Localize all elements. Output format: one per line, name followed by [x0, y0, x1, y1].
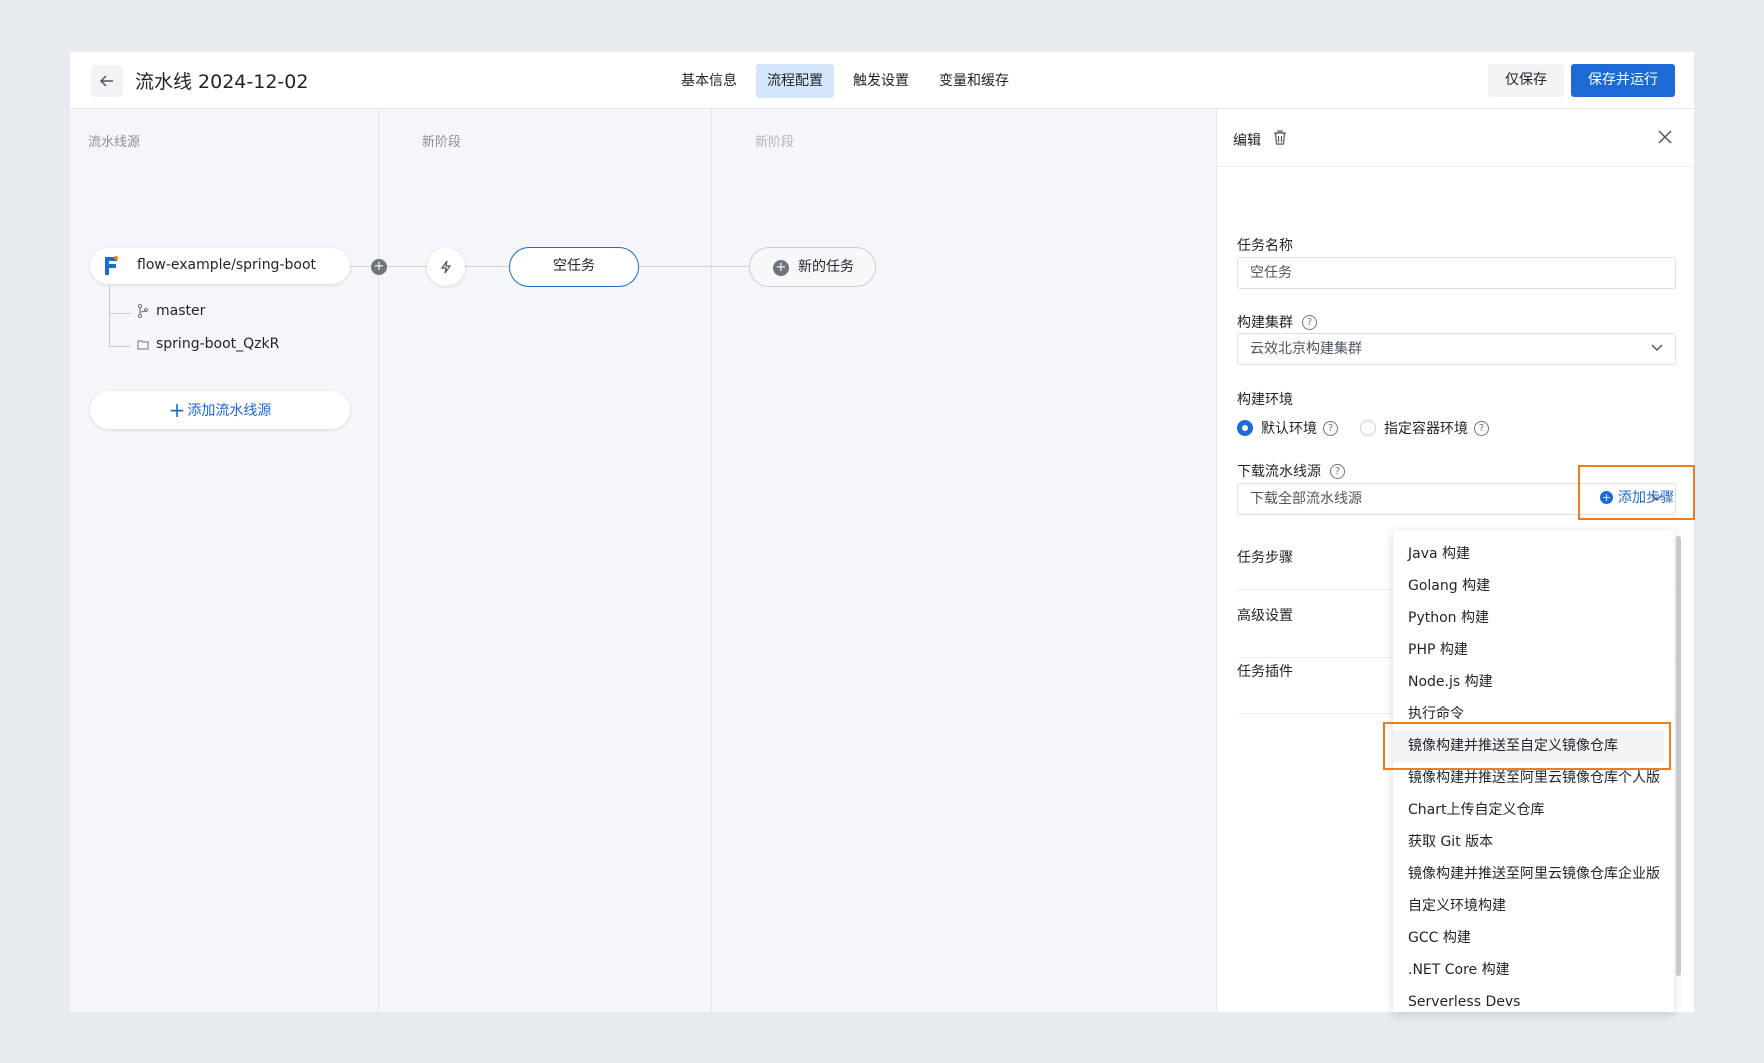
tab-flow-config[interactable]: 流程配置	[756, 64, 834, 98]
step-option-gcc[interactable]: GCC 构建	[1393, 922, 1664, 954]
branch-name: master	[156, 303, 206, 319]
help-icon[interactable]: ?	[1474, 420, 1489, 436]
step-option-serverless-devs[interactable]: Serverless Devs	[1393, 986, 1664, 1012]
radio-container-env-label[interactable]: 指定容器环境	[1384, 418, 1468, 438]
env-radio-group: 默认环境 ? 指定容器环境 ?	[1237, 418, 1489, 438]
step-option-python[interactable]: Python 构建	[1393, 602, 1664, 634]
column-divider	[378, 109, 379, 1012]
highlight-add-step	[1578, 465, 1695, 520]
plus-icon: +	[168, 398, 186, 422]
trigger-node[interactable]	[427, 248, 465, 286]
radio-default-env[interactable]	[1237, 420, 1253, 436]
save-button[interactable]: 仅保存	[1488, 64, 1564, 97]
highlight-custom-registry-option	[1383, 722, 1671, 770]
header: 流水线 2024-12-02 基本信息 流程配置 触发设置 变量和缓存 仅保存 …	[70, 52, 1694, 109]
column-label-new-stage[interactable]: 新阶段	[755, 131, 794, 150]
help-icon[interactable]: ?	[1330, 463, 1345, 479]
panel-header: 编辑	[1217, 109, 1694, 167]
column-label-source: 流水线源	[88, 135, 141, 150]
add-source-label: 添加流水线源	[187, 403, 272, 419]
dropdown-scrollbar[interactable]	[1676, 536, 1681, 976]
step-option-git-version[interactable]: 获取 Git 版本	[1393, 826, 1664, 858]
task-name-input[interactable]: 空任务	[1237, 257, 1676, 289]
download-source-value: 下载全部流水线源	[1250, 491, 1362, 507]
add-source-button[interactable]: + 添加流水线源	[90, 391, 350, 429]
step-option-dotnet-core[interactable]: .NET Core 构建	[1393, 954, 1664, 986]
connector-line	[465, 266, 509, 267]
tab-bar: 基本信息 流程配置 触发设置 变量和缓存	[670, 64, 1028, 98]
cluster-label: 构建集群?	[1237, 312, 1317, 332]
env-label: 构建环境	[1237, 392, 1293, 408]
chevron-down-icon	[1651, 344, 1663, 351]
tab-trigger-settings[interactable]: 触发设置	[842, 64, 920, 98]
step-option-custom-env[interactable]: 自定义环境构建	[1393, 890, 1664, 922]
close-icon[interactable]	[1657, 129, 1673, 145]
radio-default-env-label[interactable]: 默认环境	[1261, 418, 1317, 438]
cluster-select[interactable]: 云效北京构建集群	[1237, 333, 1676, 365]
step-option-nodejs[interactable]: Node.js 构建	[1393, 666, 1664, 698]
task-name-label: 任务名称	[1237, 238, 1293, 254]
step-type-dropdown: Java 构建 Golang 构建 Python 构建 PHP 构建 Node.…	[1393, 530, 1674, 1012]
add-stage-plus-icon[interactable]: +	[371, 259, 387, 275]
step-option-golang[interactable]: Golang 构建	[1393, 570, 1664, 602]
source-name: flow-example/spring-boot	[137, 257, 317, 273]
source-branch: master	[137, 303, 205, 319]
new-task-label: 新的任务	[798, 259, 854, 275]
help-icon[interactable]: ?	[1323, 420, 1338, 436]
download-source-label: 下载流水线源?	[1237, 461, 1345, 481]
step-option-java[interactable]: Java 构建	[1393, 538, 1664, 570]
radio-container-env[interactable]	[1360, 420, 1376, 436]
column-label-stage[interactable]: 新阶段	[422, 131, 461, 150]
help-icon[interactable]: ?	[1302, 314, 1317, 330]
pipeline-source-card[interactable]: flow-example/spring-boot	[90, 248, 350, 284]
tree-line	[109, 285, 131, 314]
flow-logo-icon	[105, 256, 118, 275]
new-task-button[interactable]: + 新的任务	[749, 247, 876, 287]
workspace-name: spring-boot_QzkR	[156, 336, 280, 352]
folder-icon	[137, 340, 149, 349]
task-node[interactable]: 空任务	[509, 247, 639, 287]
arrow-left-icon	[99, 75, 113, 87]
connector-line	[350, 266, 430, 267]
step-option-php[interactable]: PHP 构建	[1393, 634, 1664, 666]
column-divider	[711, 109, 712, 1012]
lightning-icon	[440, 260, 452, 274]
tree-line	[109, 314, 131, 347]
back-button[interactable]	[91, 65, 123, 97]
page-title: 流水线 2024-12-02	[135, 71, 309, 93]
trash-icon[interactable]	[1273, 130, 1287, 145]
connector-line	[639, 266, 749, 267]
panel-title: 编辑	[1233, 133, 1261, 149]
save-and-run-button[interactable]: 保存并运行	[1571, 64, 1675, 97]
plus-circle-icon: +	[773, 260, 789, 276]
step-option-image-acr-enterprise[interactable]: 镜像构建并推送至阿里云镜像仓库企业版	[1393, 858, 1664, 890]
cluster-value: 云效北京构建集群	[1250, 341, 1362, 357]
tab-variables-cache[interactable]: 变量和缓存	[928, 64, 1020, 98]
step-option-chart-upload[interactable]: Chart上传自定义仓库	[1393, 794, 1664, 826]
source-workspace: spring-boot_QzkR	[137, 336, 279, 352]
step-type-list: Java 构建 Golang 构建 Python 构建 PHP 构建 Node.…	[1393, 538, 1664, 1012]
git-branch-icon	[137, 304, 149, 318]
pipeline-canvas: 流水线源 新阶段 新阶段 flow-example/spring-boot ma…	[70, 109, 1216, 1012]
tab-basic-info[interactable]: 基本信息	[670, 64, 748, 98]
